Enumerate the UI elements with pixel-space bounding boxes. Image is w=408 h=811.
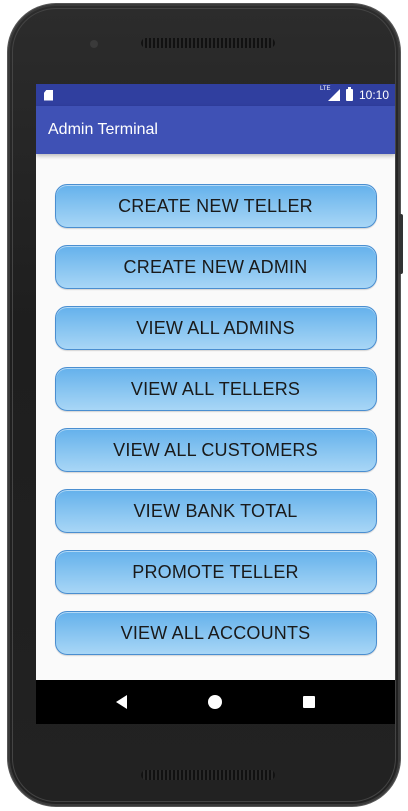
phone-screen: LTE 10:10 Admin Terminal CREATE NEW TELL…: [36, 84, 395, 724]
home-icon[interactable]: [207, 695, 222, 709]
recents-icon[interactable]: [302, 696, 315, 708]
view-all-admins-button[interactable]: VIEW ALL ADMINS: [54, 306, 377, 350]
promote-teller-button[interactable]: PROMOTE TELLER: [54, 550, 377, 594]
view-bank-total-button[interactable]: VIEW BANK TOTAL: [54, 489, 377, 533]
top-speaker-grille: [141, 38, 275, 48]
front-camera: [90, 40, 98, 48]
view-all-accounts-button[interactable]: VIEW ALL ACCOUNTS: [54, 611, 377, 655]
bottom-speaker-grille: [141, 770, 275, 780]
navigation-bar: [36, 680, 395, 724]
status-clock: 10:10: [358, 88, 389, 102]
create-new-admin-button[interactable]: CREATE NEW ADMIN: [54, 245, 377, 289]
signal-icon: LTE: [320, 86, 340, 101]
status-indicators: LTE 10:10: [320, 86, 389, 102]
power-button: [399, 214, 403, 274]
battery-icon: [345, 87, 353, 101]
phone-frame: LTE 10:10 Admin Terminal CREATE NEW TELL…: [8, 4, 403, 806]
create-new-teller-button[interactable]: CREATE NEW TELLER: [54, 184, 377, 228]
admin-menu: CREATE NEW TELLER CREATE NEW ADMIN VIEW …: [36, 154, 395, 672]
view-all-customers-button[interactable]: VIEW ALL CUSTOMERS: [54, 428, 377, 472]
view-all-tellers-button[interactable]: VIEW ALL TELLERS: [54, 367, 377, 411]
app-bar: Admin Terminal: [36, 106, 395, 154]
app-title: Admin Terminal: [48, 121, 158, 138]
back-icon[interactable]: [116, 695, 128, 709]
sd-card-icon: [44, 89, 53, 101]
status-bar: LTE 10:10: [36, 84, 395, 106]
